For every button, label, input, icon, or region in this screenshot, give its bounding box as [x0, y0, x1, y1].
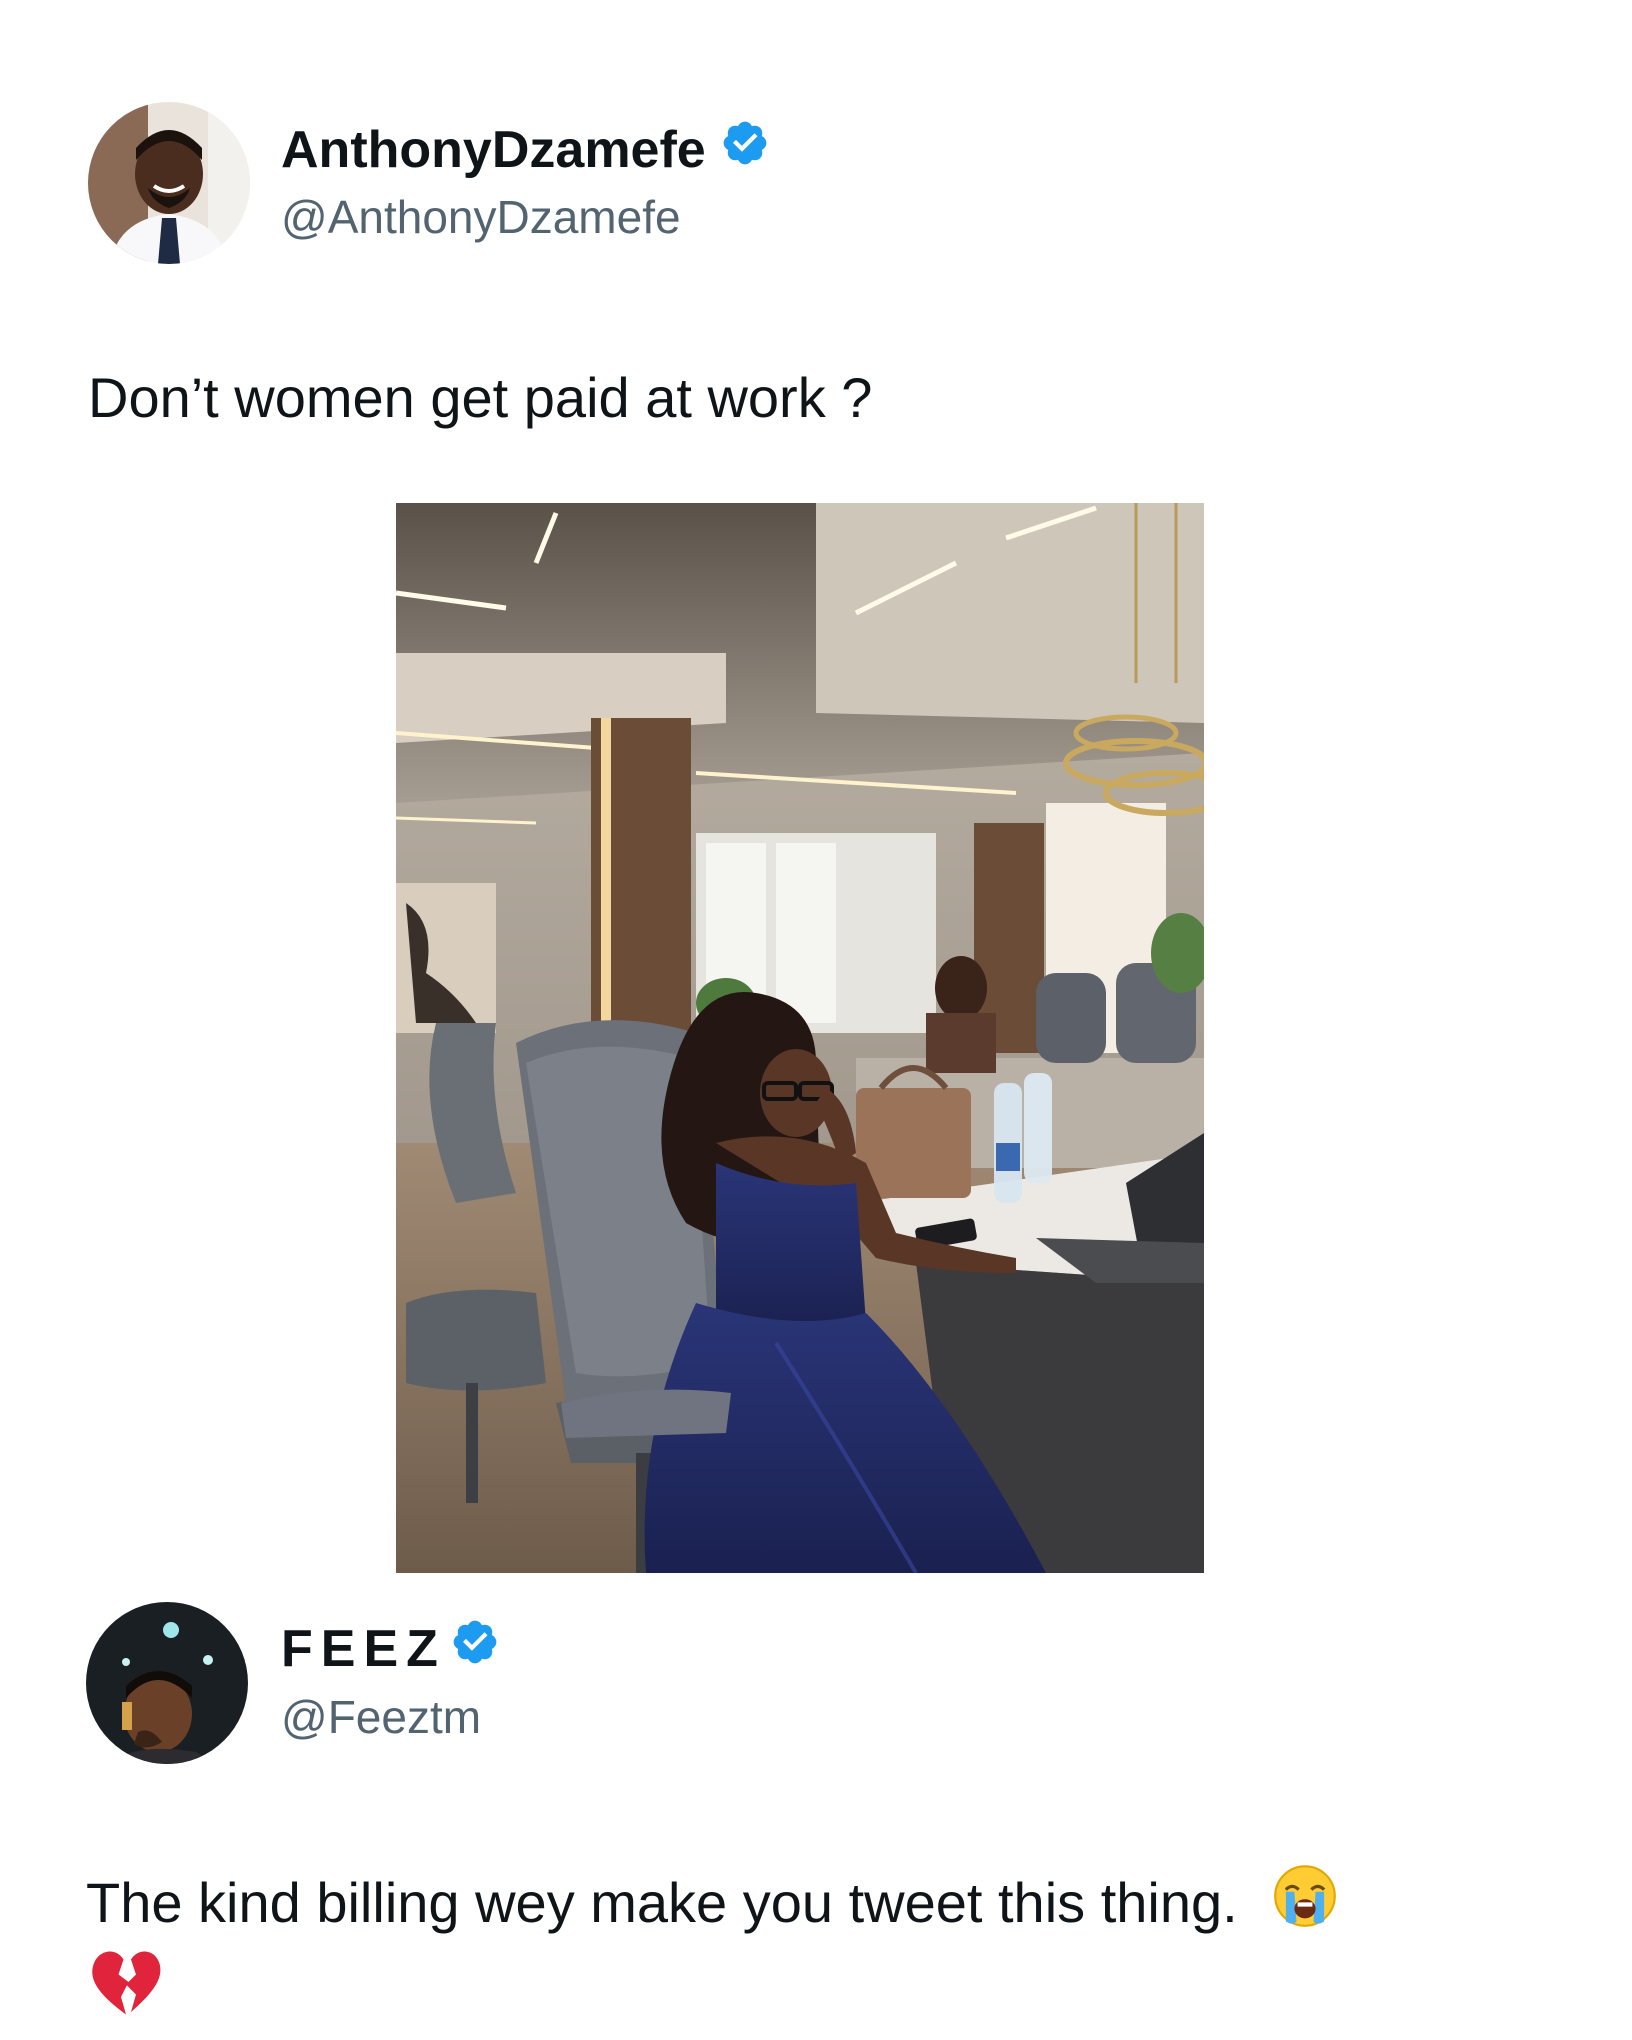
- author-name[interactable]: FEEZ: [281, 1617, 500, 1680]
- avatar-man-dark-icon: [86, 1602, 248, 1764]
- tweet-card-original: AnthonyDzamefe @AnthonyDzamefe Don’t wom…: [0, 0, 1632, 1580]
- photo-woman-office-icon: [396, 503, 1204, 1573]
- author-name[interactable]: AnthonyDzamefe: [281, 118, 770, 181]
- author-handle[interactable]: @Feeztm: [281, 1690, 481, 1744]
- avatar[interactable]: [88, 102, 250, 264]
- tweet-text: The kind billing wey make you tweet this…: [86, 1871, 1238, 1934]
- verified-badge-icon: [450, 1617, 500, 1680]
- tweet-text: Don’t women get paid at work ?: [88, 366, 873, 429]
- author-display-name: FEEZ: [281, 1619, 446, 1678]
- avatar[interactable]: [86, 1602, 248, 1764]
- tweet-card-reply: FEEZ @Feeztm The kind billing wey make y…: [0, 1580, 1632, 2040]
- tweet-text-line: The kind billing wey make you tweet this…: [86, 1862, 1339, 1943]
- avatar-man-suit-icon: [88, 102, 250, 264]
- loudly-crying-face-icon: [1271, 1862, 1339, 1943]
- verified-badge-icon: [720, 118, 770, 181]
- broken-heart-icon: [86, 1944, 166, 2025]
- author-display-name: AnthonyDzamefe: [281, 120, 706, 179]
- author-handle[interactable]: @AnthonyDzamefe: [281, 190, 681, 244]
- tweet-media-photo[interactable]: [396, 503, 1204, 1573]
